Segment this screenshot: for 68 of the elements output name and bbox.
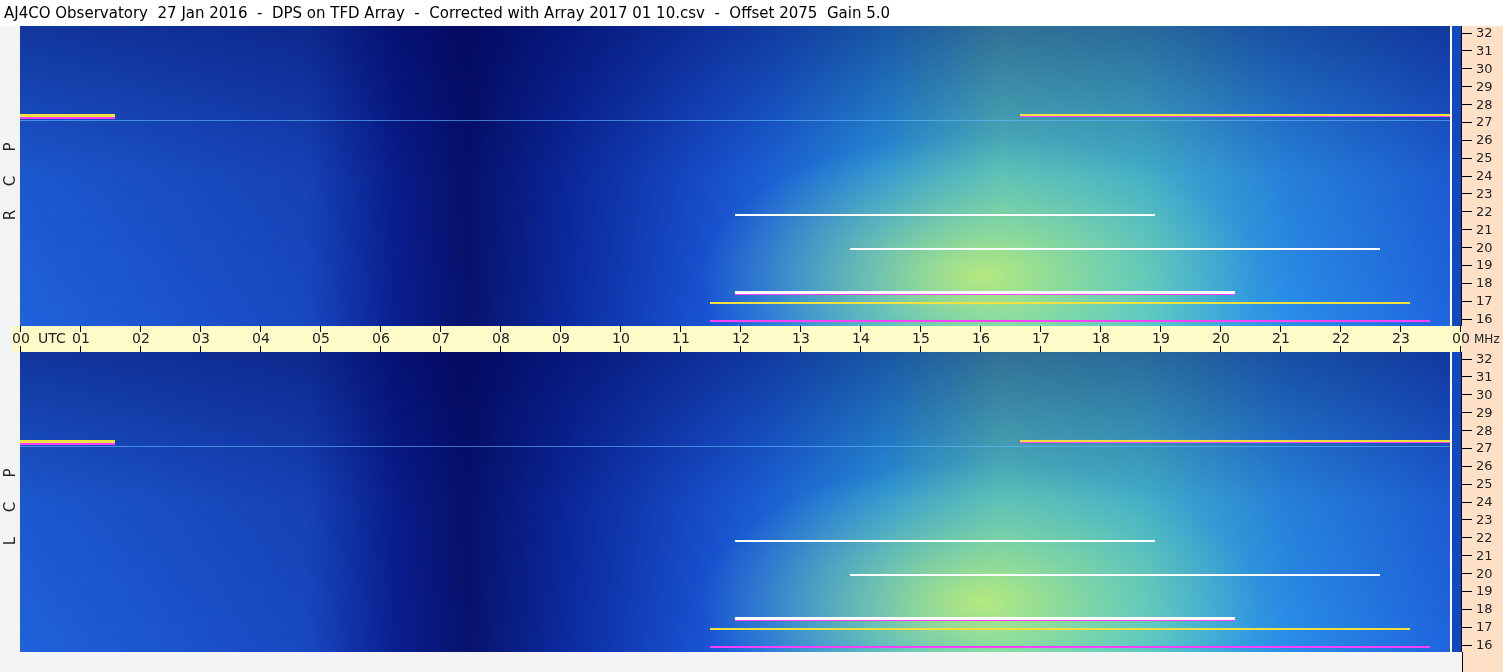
frequency-tick-label: 28 — [1462, 97, 1503, 112]
time-tick-label: 09 — [552, 330, 570, 346]
frequency-tick-label: 28 — [1462, 423, 1503, 438]
frequency-tick-label: 25 — [1462, 477, 1503, 492]
time-tick-label: 19 — [1152, 330, 1170, 346]
frequency-tick-label: 29 — [1462, 405, 1503, 420]
frequency-tick-label: 23 — [1462, 186, 1503, 201]
frequency-tick-label: 20 — [1462, 240, 1503, 255]
frequency-tick-label: 27 — [1462, 441, 1503, 456]
frequency-tick-label: 18 — [1462, 276, 1503, 291]
panel-label: R — [3, 208, 17, 222]
panel-label: P — [3, 141, 17, 154]
frequency-tick-label: 17 — [1462, 294, 1503, 309]
frequency-tick-label: 30 — [1462, 387, 1503, 402]
time-tick-label: 21 — [1272, 330, 1290, 346]
time-tick-label: 06 — [372, 330, 390, 346]
frequency-tick-label: 17 — [1462, 620, 1503, 635]
time-tick-label: 07 — [432, 330, 450, 346]
panel-label: C — [3, 174, 17, 188]
frequency-tick-label: 22 — [1462, 530, 1503, 545]
time-tick-label: 18 — [1092, 330, 1110, 346]
frequency-tick-label: 16 — [1462, 638, 1503, 652]
time-tick-label: 20 — [1212, 330, 1230, 346]
time-tick-label: 12 — [732, 330, 750, 346]
time-unit-label: UTC — [38, 330, 66, 346]
frequency-tick-label: 24 — [1462, 169, 1503, 183]
frequency-tick-label: 31 — [1462, 43, 1503, 58]
frequency-tick-label: 22 — [1462, 204, 1503, 219]
time-tick-label: 03 — [192, 330, 210, 346]
panel-label: P — [3, 467, 17, 480]
time-tick-label: 05 — [312, 330, 330, 346]
panel-label: L — [3, 535, 17, 548]
time-tick-label: 17 — [1032, 330, 1050, 346]
time-tick-label: 02 — [132, 330, 150, 346]
frequency-tick-label: 32 — [1462, 26, 1503, 40]
frequency-tick-label: 19 — [1462, 584, 1503, 599]
frequency-tick-label: 23 — [1462, 512, 1503, 527]
frequency-tick-label: 32 — [1462, 352, 1503, 366]
frequency-tick-label: 25 — [1462, 151, 1503, 166]
time-tick-label: 04 — [252, 330, 270, 346]
frequency-tick-label: 21 — [1462, 222, 1503, 237]
time-tick-label: 11 — [672, 330, 690, 346]
time-tick-label: 14 — [852, 330, 870, 346]
panel-label: C — [3, 500, 17, 514]
time-tick-label: 01 — [72, 330, 90, 346]
time-tick-label: 00 — [12, 330, 30, 346]
window-title: AJ4CO Observatory 27 Jan 2016 - DPS on TFD Array - Corrected with Array 2017 01 10.csv - Offset 2075 Gain 5.0 — [0, 0, 1503, 26]
time-tick-label: 23 — [1392, 330, 1410, 346]
frequency-tick-label: 30 — [1462, 61, 1503, 76]
time-tick-label: 10 — [612, 330, 630, 346]
frequency-tick-label: 20 — [1462, 566, 1503, 581]
frequency-tick-label: 27 — [1462, 115, 1503, 130]
frequency-tick-label: 31 — [1462, 369, 1503, 384]
frequency-tick-label: 26 — [1462, 133, 1503, 148]
frequency-tick-label: 16 — [1462, 312, 1503, 326]
time-tick-label: 13 — [792, 330, 810, 346]
time-tick-label: 00 — [1452, 330, 1470, 346]
time-tick-label: 15 — [912, 330, 930, 346]
time-tick-label: 16 — [972, 330, 990, 346]
frequency-tick-label: 18 — [1462, 602, 1503, 617]
frequency-tick-label: 24 — [1462, 495, 1503, 509]
frequency-unit-label: MHz — [1474, 331, 1500, 347]
frequency-tick-label: 29 — [1462, 79, 1503, 94]
frequency-tick-label: 26 — [1462, 459, 1503, 474]
frequency-tick-label: 19 — [1462, 258, 1503, 273]
time-tick-label: 08 — [492, 330, 510, 346]
time-tick-label: 22 — [1332, 330, 1350, 346]
frequency-tick-label: 21 — [1462, 548, 1503, 563]
